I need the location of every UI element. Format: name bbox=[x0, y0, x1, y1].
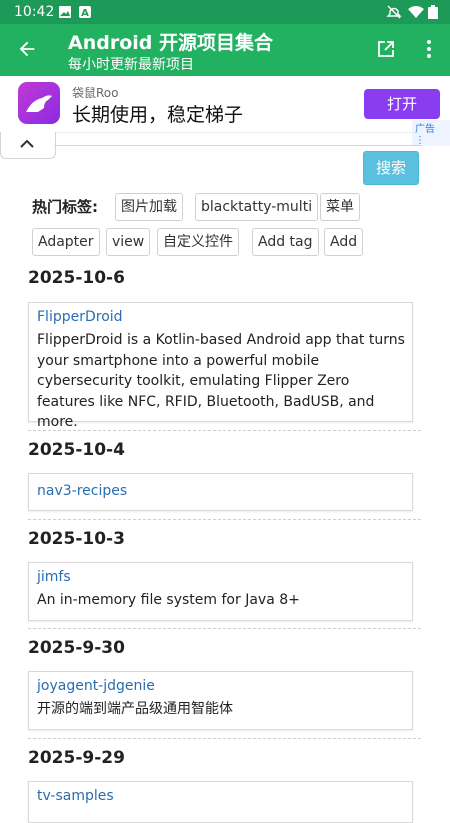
search-input[interactable] bbox=[54, 145, 422, 146]
battery-icon bbox=[428, 5, 438, 19]
project-card[interactable]: FlipperDroid FlipperDroid is a Kotlin-ba… bbox=[28, 302, 413, 430]
project-description: FlipperDroid is a Kotlin-based Android a… bbox=[37, 332, 405, 430]
section-date: 2025-9-29 bbox=[28, 748, 125, 768]
share-icon[interactable] bbox=[376, 39, 396, 59]
chevron-up-icon bbox=[20, 139, 34, 148]
svg-text:A: A bbox=[81, 8, 89, 19]
collapse-search-button[interactable] bbox=[0, 132, 56, 159]
kangaroo-icon bbox=[26, 95, 52, 112]
project-card[interactable]: nav3-recipes bbox=[28, 473, 413, 511]
tag-item[interactable]: Adapter bbox=[32, 228, 100, 256]
project-card[interactable]: tv-samples bbox=[28, 781, 413, 823]
app-bar: Android 开源项目集合 每小时更新最新项目 bbox=[0, 24, 450, 76]
tag-item[interactable]: 自定义控件 bbox=[157, 228, 239, 256]
image-icon bbox=[59, 6, 71, 18]
section-date: 2025-10-3 bbox=[28, 529, 125, 549]
section-date: 2025-10-6 bbox=[28, 268, 125, 288]
status-time: 10:42 bbox=[14, 4, 55, 20]
project-name-link[interactable]: tv-samples bbox=[37, 788, 114, 804]
project-name-link[interactable]: FlipperDroid bbox=[37, 309, 123, 325]
page-subtitle: 每小时更新最新项目 bbox=[68, 57, 194, 73]
ad-logo bbox=[18, 82, 60, 124]
ad-slogan: 长期使用，稳定梯子 bbox=[72, 104, 244, 126]
section-divider bbox=[28, 430, 421, 431]
project-card[interactable]: joyagent-jdgenie 开源的端到端产品级通用智能体 bbox=[28, 671, 413, 730]
search-button[interactable]: 搜索 bbox=[363, 151, 419, 185]
ad-banner[interactable]: 袋鼠Roo 长期使用，稳定梯子 打开 广告 ⋮ bbox=[0, 76, 450, 146]
project-description: An in-memory file system for Java 8+ bbox=[37, 592, 300, 608]
tag-item[interactable]: blacktatty-multi bbox=[195, 193, 319, 221]
a-icon: A bbox=[79, 6, 91, 19]
project-name-link[interactable]: joyagent-jdgenie bbox=[37, 678, 155, 694]
section-divider bbox=[28, 628, 421, 629]
wifi-icon bbox=[408, 6, 424, 18]
section-divider bbox=[28, 738, 421, 739]
ad-label: 广告 ⋮ bbox=[412, 120, 450, 146]
ad-brand: 袋鼠Roo bbox=[72, 86, 119, 100]
project-description: 开源的端到端产品级通用智能体 bbox=[37, 701, 233, 717]
section-divider bbox=[28, 519, 421, 520]
tag-item[interactable]: 菜单 bbox=[320, 193, 360, 221]
page-title: Android 开源项目集合 bbox=[68, 32, 273, 54]
mute-icon bbox=[386, 5, 402, 19]
tag-item[interactable]: view bbox=[106, 228, 151, 256]
project-card[interactable]: jimfs An in-memory file system for Java … bbox=[28, 562, 413, 621]
status-bar: 10:42 A bbox=[0, 0, 450, 24]
hot-tags-label: 热门标签: bbox=[32, 198, 98, 216]
more-vert-icon[interactable] bbox=[422, 39, 436, 59]
section-date: 2025-10-4 bbox=[28, 440, 125, 460]
project-name-link[interactable]: nav3-recipes bbox=[37, 483, 127, 499]
tag-item[interactable]: 图片加载 bbox=[115, 193, 183, 221]
tag-item[interactable]: Add tag bbox=[252, 228, 319, 256]
project-name-link[interactable]: jimfs bbox=[37, 569, 71, 585]
arrow-left-icon[interactable] bbox=[16, 38, 38, 60]
section-date: 2025-9-30 bbox=[28, 638, 125, 658]
tag-item[interactable]: Add bbox=[324, 228, 364, 256]
ad-open-button[interactable]: 打开 bbox=[364, 89, 440, 119]
